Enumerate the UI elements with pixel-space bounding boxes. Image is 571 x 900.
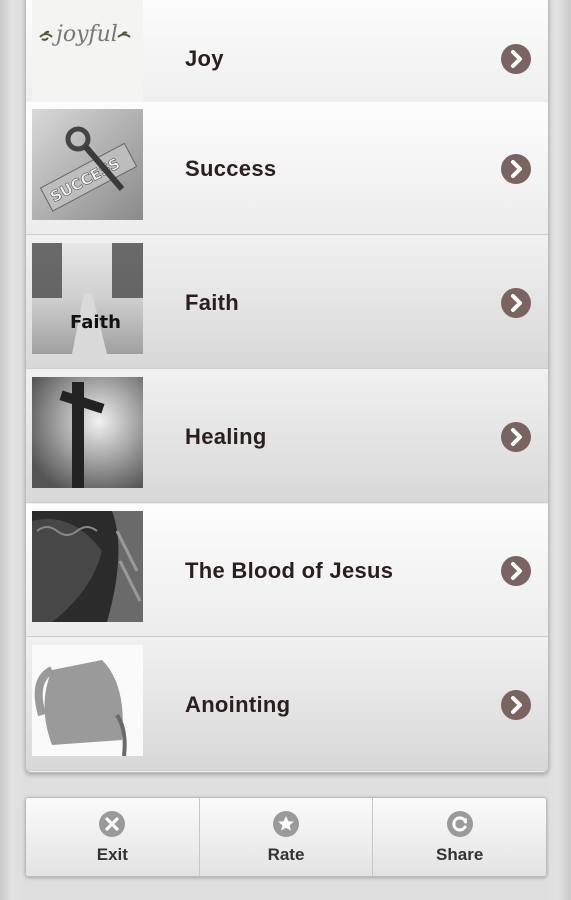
topic-list: joyful Joy SUCCESS Success Faith Faith H… (25, 0, 549, 773)
share-button[interactable]: Share (373, 798, 546, 876)
rate-label: Rate (267, 845, 305, 864)
list-item-blood-of-jesus[interactable]: The Blood of Jesus (26, 504, 548, 637)
faith-thumbnail: Faith (32, 243, 143, 354)
exit-label: Exit (96, 845, 128, 864)
anointing-thumbnail (32, 645, 143, 756)
joy-image-text: joyful (51, 22, 118, 47)
joy-thumbnail: joyful (32, 0, 143, 110)
chevron-right-icon[interactable] (501, 288, 531, 318)
list-item-label: The Blood of Jesus (185, 558, 394, 583)
success-thumbnail: SUCCESS (32, 109, 143, 220)
list-item-faith[interactable]: Faith Faith (26, 236, 548, 369)
list-item-label: Anointing (185, 692, 291, 717)
list-item-anointing[interactable]: Anointing (26, 638, 548, 771)
exit-button[interactable]: Exit (26, 798, 200, 876)
list-item-label: Success (185, 156, 277, 181)
chevron-right-icon[interactable] (501, 422, 531, 452)
star-circle-icon (273, 811, 299, 837)
bottom-toolbar: Exit Rate Share (25, 797, 547, 877)
list-item-healing[interactable]: Healing (26, 370, 548, 503)
list-item-success[interactable]: SUCCESS Success (26, 102, 548, 235)
chevron-right-icon[interactable] (501, 154, 531, 184)
chevron-right-icon[interactable] (501, 556, 531, 586)
faith-image-text: Faith (70, 312, 121, 333)
chevron-right-icon[interactable] (501, 44, 531, 74)
close-circle-icon (99, 811, 126, 837)
blood-of-jesus-thumbnail (32, 511, 143, 622)
rate-button[interactable]: Rate (200, 798, 374, 876)
share-label: Share (436, 845, 484, 864)
list-item-label: Faith (185, 290, 240, 315)
list-item-label: Healing (185, 424, 267, 449)
refresh-circle-icon (446, 811, 473, 837)
chevron-right-icon[interactable] (501, 690, 531, 720)
healing-thumbnail (32, 377, 143, 488)
